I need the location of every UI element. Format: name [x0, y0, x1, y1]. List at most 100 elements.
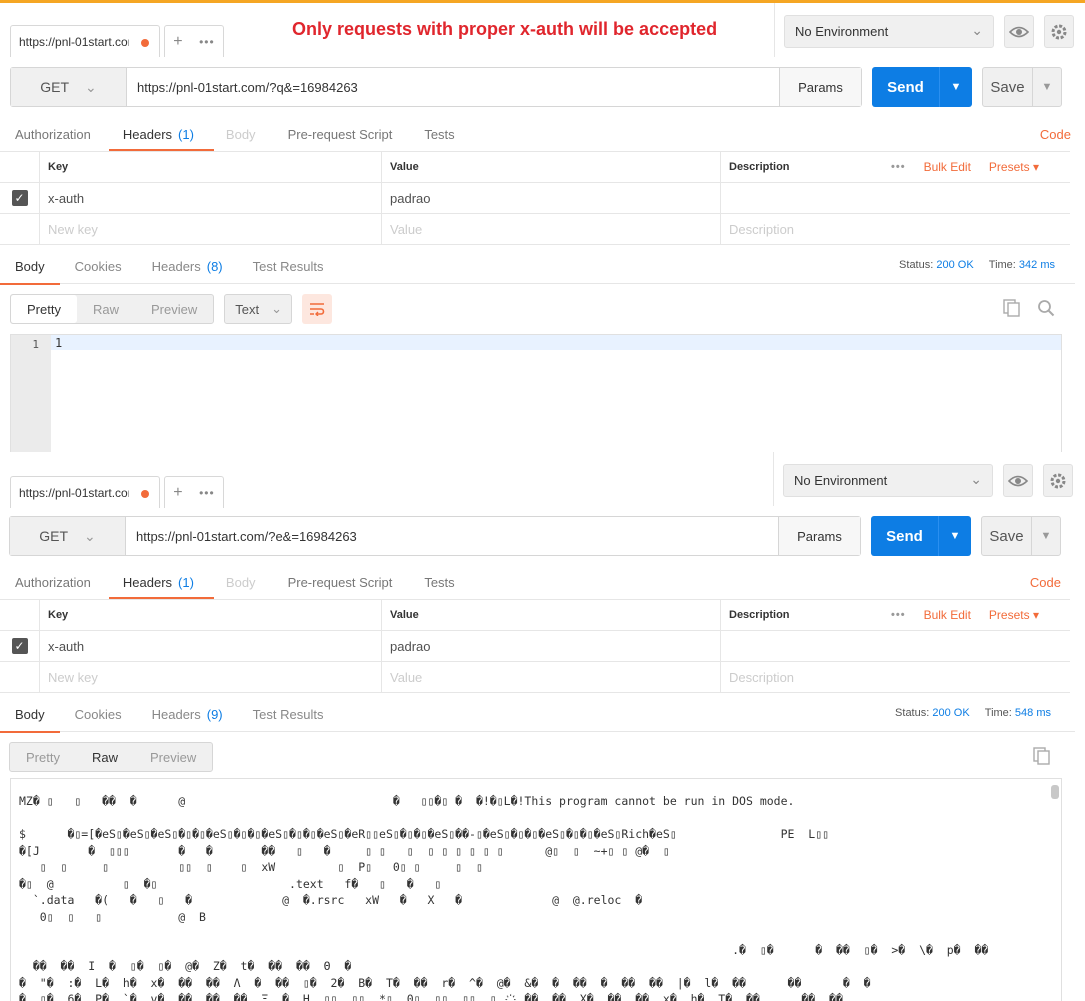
method-select[interactable]: GET ⌄ — [10, 517, 126, 555]
tab-response-headers[interactable]: Headers (8) — [152, 250, 223, 284]
header-description-input[interactable] — [721, 183, 1070, 213]
method-select[interactable]: GET ⌄ — [11, 68, 127, 106]
method-label: GET — [39, 528, 69, 544]
send-button[interactable]: Send ▼ — [871, 516, 971, 556]
presets-dropdown[interactable]: Presets ▾ — [989, 160, 1039, 174]
request-tab[interactable]: https://pnl-01start.com — [10, 25, 160, 57]
format-pretty[interactable]: Pretty — [11, 295, 77, 323]
copy-icon[interactable] — [1033, 747, 1051, 768]
tab-headers[interactable]: Headers (1) — [108, 117, 214, 151]
new-value-input[interactable]: Value — [382, 662, 721, 692]
tab-tests[interactable]: Tests — [424, 117, 454, 151]
save-button[interactable]: Save ▼ — [982, 67, 1062, 107]
divider — [773, 452, 774, 506]
tab-test-results[interactable]: Test Results — [253, 250, 324, 284]
format-preview[interactable]: Preview — [134, 743, 212, 771]
chevron-down-icon: ⌄ — [971, 22, 983, 38]
format-bar: Pretty Raw Preview — [9, 742, 214, 772]
tab-pre-request-script[interactable]: Pre-request Script — [288, 565, 393, 599]
new-key-input[interactable]: New key — [40, 662, 382, 692]
tab-test-results[interactable]: Test Results — [253, 698, 324, 732]
table-row: ✓ x-auth padrao — [0, 631, 1070, 662]
header-key-input[interactable]: x-auth — [40, 183, 382, 213]
headers-count: (1) — [178, 126, 194, 142]
more-icon[interactable]: ••• — [199, 486, 215, 500]
request-subtabs: Authorization Headers (1) Body Pre-reques… — [0, 565, 1075, 599]
scrollbar[interactable] — [1051, 785, 1059, 799]
environment-label: No Environment — [794, 473, 888, 488]
plus-icon[interactable]: + — [173, 484, 182, 502]
save-dropdown-icon[interactable]: ▼ — [1032, 517, 1060, 555]
bulk-edit-link[interactable]: Bulk Edit — [924, 608, 971, 622]
format-raw[interactable]: Raw — [77, 295, 135, 323]
copy-icon[interactable] — [1003, 299, 1021, 320]
code-link[interactable]: Code — [1030, 575, 1061, 590]
bulk-edit-link[interactable]: Bulk Edit — [924, 160, 971, 174]
url-input[interactable]: https://pnl-01start.com/?q&=16984263 — [127, 68, 779, 106]
eye-icon[interactable] — [1004, 15, 1034, 48]
time-value: 342 ms — [1018, 259, 1055, 271]
tab-body[interactable]: Body — [226, 117, 256, 151]
row-checkbox[interactable]: ✓ — [0, 183, 40, 213]
text-type-select[interactable]: Text ⌄ — [224, 294, 293, 324]
params-button[interactable]: Params — [778, 517, 860, 555]
eye-icon[interactable] — [1003, 464, 1033, 497]
response-status: Status: 200 OK Time: 342 ms — [899, 259, 1055, 271]
tab-response-headers[interactable]: Headers (9) — [152, 698, 223, 732]
send-button[interactable]: Send ▼ — [872, 67, 972, 107]
presets-dropdown[interactable]: Presets ▾ — [989, 608, 1039, 622]
more-icon[interactable]: ••• — [891, 609, 906, 621]
wrap-lines-icon[interactable] — [302, 294, 333, 324]
save-dropdown-icon[interactable]: ▼ — [1033, 68, 1061, 106]
header-description-input[interactable] — [721, 631, 1070, 661]
tab-tests[interactable]: Tests — [424, 565, 454, 599]
tab-cookies[interactable]: Cookies — [75, 250, 122, 284]
request-tab[interactable]: https://pnl-01start.com — [10, 476, 160, 508]
tab-authorization[interactable]: Authorization — [15, 565, 91, 599]
response-tools — [1033, 747, 1051, 768]
gear-icon[interactable] — [1043, 464, 1073, 497]
send-dropdown-icon[interactable]: ▼ — [940, 67, 972, 107]
request-tab-strip: https://pnl-01start.com + ••• — [10, 25, 224, 57]
new-description-input[interactable]: Description — [721, 662, 1070, 692]
raw-response-body[interactable]: MZ� ▯ ▯ �� � @ � ▯▯�▯ � �!�▯L�!This prog… — [10, 778, 1062, 1001]
more-icon[interactable]: ••• — [199, 35, 215, 49]
environment-select[interactable]: No Environment ⌄ — [783, 464, 993, 497]
status-value: 200 OK — [936, 259, 974, 271]
more-icon[interactable]: ••• — [891, 161, 906, 173]
send-dropdown-icon[interactable]: ▼ — [939, 516, 971, 556]
new-description-input[interactable]: Description — [721, 214, 1070, 244]
chevron-down-icon: ⌄ — [84, 527, 96, 544]
header-value-input[interactable]: padrao — [382, 631, 721, 661]
format-pretty[interactable]: Pretty — [10, 743, 76, 771]
tab-body[interactable]: Body — [226, 565, 256, 599]
format-raw[interactable]: Raw — [76, 743, 134, 771]
new-value-input[interactable]: Value — [382, 214, 721, 244]
tab-cookies[interactable]: Cookies — [75, 698, 122, 732]
divider — [774, 3, 775, 57]
header-key-input[interactable]: x-auth — [40, 631, 382, 661]
response-editor[interactable]: 1 1 — [10, 334, 1062, 452]
tab-response-body[interactable]: Body — [0, 250, 60, 285]
header-value-input[interactable]: padrao — [382, 183, 721, 213]
tab-headers[interactable]: Headers (1) — [108, 565, 214, 599]
gear-icon[interactable] — [1044, 15, 1074, 48]
plus-icon[interactable]: + — [173, 33, 182, 51]
search-icon[interactable] — [1037, 299, 1055, 320]
new-key-input[interactable]: New key — [40, 214, 382, 244]
time-label: Time: — [984, 707, 1012, 719]
environment-select[interactable]: No Environment ⌄ — [784, 15, 994, 48]
url-input[interactable]: https://pnl-01start.com/?e&=16984263 — [126, 517, 778, 555]
tab-response-body[interactable]: Body — [0, 698, 60, 733]
row-checkbox[interactable]: ✓ — [0, 631, 40, 661]
params-button[interactable]: Params — [779, 68, 861, 106]
chevron-down-icon: ⌄ — [970, 471, 982, 487]
format-preview[interactable]: Preview — [135, 295, 213, 323]
save-button[interactable]: Save ▼ — [981, 516, 1061, 556]
code-link[interactable]: Code — [1040, 127, 1071, 142]
request-tab-title: https://pnl-01start.com — [19, 34, 129, 49]
send-label: Send — [872, 67, 940, 107]
tab-authorization[interactable]: Authorization — [15, 117, 91, 151]
tab-response-headers-label: Headers — [151, 707, 201, 722]
tab-pre-request-script[interactable]: Pre-request Script — [288, 117, 393, 151]
